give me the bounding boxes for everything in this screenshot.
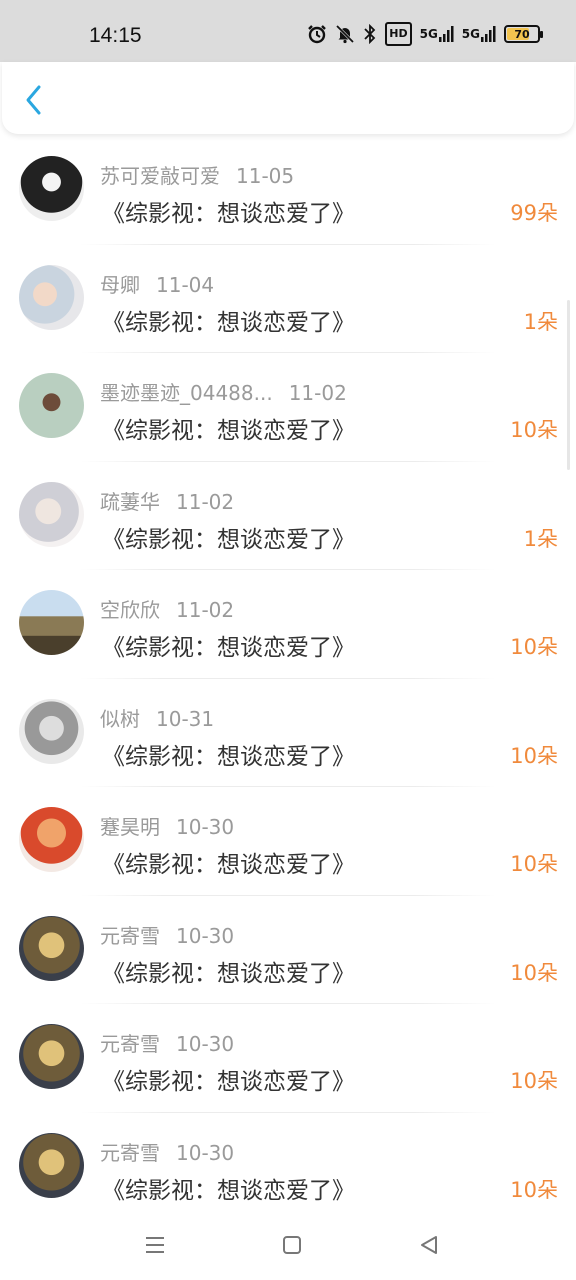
- flower-amount: 10朵: [510, 743, 558, 768]
- avatar[interactable]: [19, 481, 84, 547]
- chevron-left-icon: [26, 85, 41, 115]
- date: 10-30: [176, 1140, 235, 1165]
- nav-back-button[interactable]: [414, 1230, 444, 1260]
- alarm-icon: [307, 22, 327, 46]
- scrollbar[interactable]: [567, 300, 570, 470]
- book-title[interactable]: 《综影视：想谈恋爱了》: [102, 303, 355, 337]
- date: 10-30: [176, 923, 235, 948]
- flower-amount: 10朵: [510, 852, 558, 876]
- name-line: 苏可爱敲可爱 11-05: [100, 160, 294, 189]
- avatar[interactable]: [19, 373, 84, 438]
- list-item[interactable]: 似树 10-31 《综影视：想谈恋爱了》 10朵: [0, 679, 576, 787]
- back-button[interactable]: [16, 82, 52, 118]
- battery-percent: 70: [514, 27, 530, 41]
- bluetooth-icon: [363, 22, 377, 46]
- status-bar: 14:15 HD 5G 5G 70: [0, 0, 576, 62]
- date: 11-02: [176, 489, 235, 514]
- book-title[interactable]: 《综影视：想谈恋爱了》: [102, 194, 355, 228]
- flower-amount: 99朵: [510, 201, 558, 225]
- flower-amount: 10朵: [510, 635, 558, 659]
- list-item[interactable]: 苏可爱敲可爱 11-05 《综影视：想谈恋爱了》 99朵: [0, 136, 576, 245]
- user-name[interactable]: 似树: [100, 707, 140, 731]
- name-line: 空欣欣 11-02: [100, 594, 234, 623]
- avatar[interactable]: [19, 156, 84, 221]
- triangle-back-icon: [421, 1236, 437, 1254]
- avatar[interactable]: [19, 264, 84, 330]
- list-item[interactable]: 元寄雪 10-30 《综影视：想谈恋爱了》 10朵: [0, 1004, 576, 1113]
- list-item[interactable]: 元寄雪 10-30 《综影视：想谈恋爱了》 10朵: [0, 1113, 576, 1221]
- user-name[interactable]: 元寄雪: [100, 924, 160, 948]
- name-line: 墨迹墨迹_04488... 11-02: [100, 377, 347, 406]
- list-item[interactable]: 疏萋华 11-02 《综影视：想谈恋爱了》 1朵: [0, 462, 576, 570]
- menu-icon: [146, 1237, 164, 1253]
- avatar[interactable]: [19, 1024, 84, 1089]
- list-item[interactable]: 元寄雪 10-30 《综影视：想谈恋爱了》 10朵: [0, 896, 576, 1004]
- avatar[interactable]: [19, 807, 84, 872]
- book-title[interactable]: 《综影视：想谈恋爱了》: [102, 520, 355, 554]
- flower-amount: 10朵: [510, 1069, 558, 1093]
- nav-home-button[interactable]: [277, 1230, 307, 1260]
- book-title[interactable]: 《综影视：想谈恋爱了》: [102, 1171, 355, 1205]
- date: 10-31: [156, 706, 215, 731]
- name-line: 元寄雪 10-30: [100, 920, 234, 949]
- battery-icon: 70: [504, 25, 543, 43]
- book-title[interactable]: 《综影视：想谈恋爱了》: [102, 628, 355, 662]
- user-name[interactable]: 母卿: [100, 273, 140, 297]
- status-icons: HD 5G 5G 70: [307, 22, 543, 46]
- avatar[interactable]: [19, 698, 84, 764]
- status-time: 14:15: [89, 24, 142, 47]
- list-item[interactable]: 母卿 11-04 《综影视：想谈恋爱了》 1朵: [0, 245, 576, 353]
- flower-amount: 10朵: [510, 418, 558, 442]
- flower-amount: 10朵: [510, 960, 558, 985]
- flower-amount: 1朵: [523, 309, 558, 334]
- signal-5g-icon-2: 5G: [462, 22, 496, 46]
- user-name[interactable]: 元寄雪: [100, 1032, 160, 1056]
- signal-5g-label-2: 5G: [461, 27, 480, 41]
- name-line: 母卿 11-04: [100, 269, 214, 298]
- book-title[interactable]: 《综影视：想谈恋爱了》: [102, 845, 355, 879]
- user-name[interactable]: 墨迹墨迹_04488...: [100, 381, 273, 405]
- list-item[interactable]: 墨迹墨迹_04488... 11-02 《综影视：想谈恋爱了》 10朵: [0, 353, 576, 462]
- date: 10-30: [176, 815, 235, 839]
- list-item[interactable]: 蹇昊明 10-30 《综影视：想谈恋爱了》 10朵: [0, 787, 576, 896]
- nav-menu-button[interactable]: [140, 1230, 170, 1260]
- signal-5g-icon: 5G: [420, 22, 454, 46]
- book-title[interactable]: 《综影视：想谈恋爱了》: [102, 737, 355, 771]
- avatar[interactable]: [19, 1132, 84, 1198]
- date: 11-04: [156, 272, 215, 297]
- user-name[interactable]: 苏可爱敲可爱: [100, 164, 220, 188]
- name-line: 蹇昊明 10-30: [100, 811, 234, 840]
- header-bar: [2, 62, 574, 134]
- date: 11-02: [176, 598, 235, 622]
- mute-bell-icon: [335, 22, 355, 46]
- user-name[interactable]: 空欣欣: [100, 598, 160, 622]
- date: 11-02: [288, 381, 347, 405]
- signal-5g-label: 5G: [419, 27, 438, 41]
- date: 11-05: [236, 164, 295, 188]
- hd-badge: HD: [385, 22, 412, 46]
- system-nav-bar: [0, 1210, 576, 1280]
- user-name[interactable]: 疏萋华: [100, 490, 160, 514]
- avatar[interactable]: [19, 590, 84, 655]
- user-name[interactable]: 元寄雪: [100, 1141, 160, 1165]
- name-line: 元寄雪 10-30: [100, 1137, 234, 1166]
- date: 10-30: [176, 1032, 235, 1056]
- name-line: 疏萋华 11-02: [100, 486, 234, 515]
- flower-amount: 10朵: [510, 1177, 558, 1202]
- avatar[interactable]: [19, 915, 84, 981]
- name-line: 元寄雪 10-30: [100, 1028, 234, 1057]
- book-title[interactable]: 《综影视：想谈恋爱了》: [102, 954, 355, 988]
- user-name[interactable]: 蹇昊明: [100, 815, 160, 839]
- book-title[interactable]: 《综影视：想谈恋爱了》: [102, 1062, 355, 1096]
- flower-amount: 1朵: [523, 526, 558, 551]
- list-item[interactable]: 空欣欣 11-02 《综影视：想谈恋爱了》 10朵: [0, 570, 576, 679]
- book-title[interactable]: 《综影视：想谈恋爱了》: [102, 411, 355, 445]
- square-home-icon: [283, 1236, 301, 1254]
- name-line: 似树 10-31: [100, 703, 214, 732]
